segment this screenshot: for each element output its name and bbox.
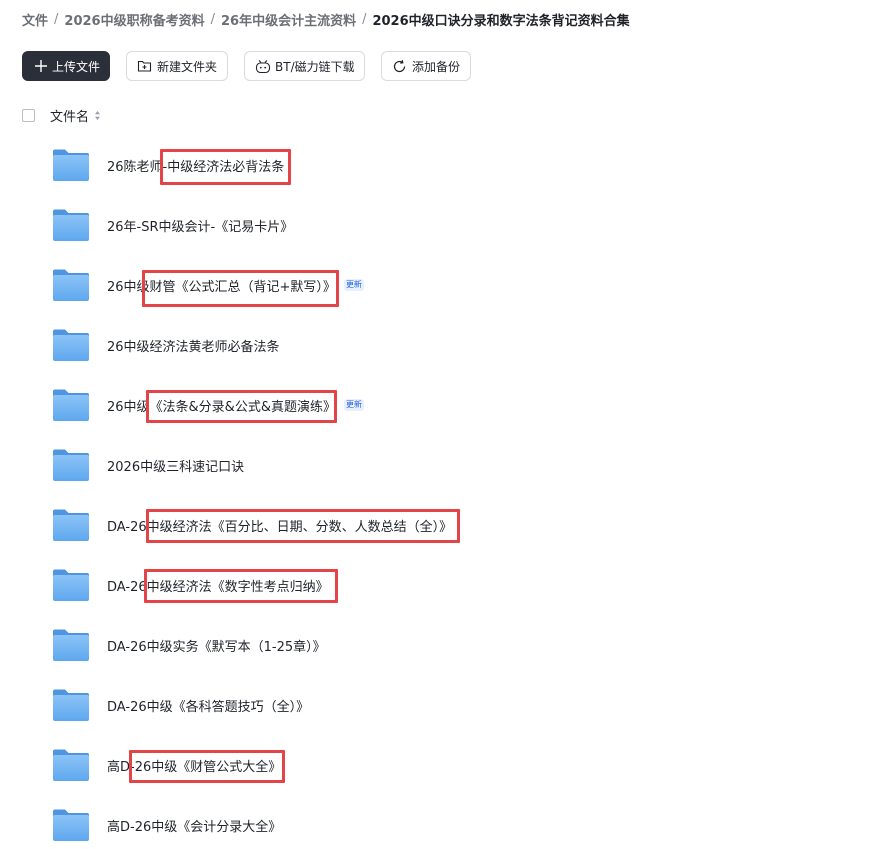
upload-file-label: 上传文件 (52, 59, 101, 74)
folder-name: 高D-26中级《财管公式大全》 (107, 759, 282, 775)
bt-magnet-download-label: BT/磁力链下载 (275, 59, 355, 74)
folder-row[interactable]: DA-26中级经济法《百分比、日期、分数、人数总结（全）》 (52, 505, 452, 545)
folder-icon (53, 809, 89, 841)
folder-name: 26陈老师-中级经济法必背法条 (107, 159, 285, 175)
folder-icon (53, 149, 89, 181)
new-folder-icon (137, 58, 153, 74)
folder-row[interactable]: DA-26中级《各科答题技巧（全）》 (52, 685, 309, 725)
folder-name: DA-26中级经济法《百分比、日期、分数、人数总结（全）》 (107, 519, 453, 535)
folder-row[interactable]: 2026中级三科速记口诀 (52, 445, 244, 485)
folder-row[interactable]: 高D-26中级《会计分录大全》 (52, 805, 281, 845)
select-all-checkbox[interactable] (22, 108, 35, 122)
new-folder-label: 新建文件夹 (156, 59, 217, 74)
folder-row[interactable]: DA-26中级实务《默写本（1-25章）》 (52, 625, 326, 665)
folder-name: DA-26中级经济法《数字性考点归纳》 (107, 579, 329, 595)
folder-icon (53, 749, 89, 781)
folder-icon (53, 329, 89, 361)
folder-icon (53, 449, 89, 481)
add-backup-button[interactable]: 添加备份 (381, 51, 471, 81)
breadcrumb-item-2026-exam-materials[interactable]: 2026中级职称备考资料 (64, 10, 204, 29)
bt-magnet-download-button[interactable]: BT/磁力链下载 (244, 51, 365, 81)
folder-name: 26年-SR中级会计-《记易卡片》 (107, 219, 294, 235)
breadcrumb-item-files[interactable]: 文件 (22, 10, 48, 29)
folder-name: 26中级《法条&分录&公式&真题演练》 (107, 399, 336, 415)
sort-icon[interactable] (94, 110, 101, 121)
folder-name: DA-26中级《各科答题技巧（全）》 (107, 699, 310, 715)
column-header-filename[interactable]: 文件名 (50, 106, 89, 125)
add-backup-label: 添加备份 (411, 59, 460, 74)
update-badge: 更新 (343, 399, 364, 411)
folder-row[interactable]: 26中级经济法黄老师必备法条 (52, 325, 280, 365)
upload-file-button[interactable]: 上传文件 (22, 51, 110, 81)
folder-name: 高D-26中级《会计分录大全》 (107, 819, 282, 835)
folder-icon (53, 629, 89, 661)
folder-icon (53, 689, 89, 721)
folder-row[interactable]: DA-26中级经济法《数字性考点归纳》 (52, 565, 329, 605)
folder-icon (53, 269, 89, 301)
folder-icon (53, 209, 89, 241)
new-folder-button[interactable]: 新建文件夹 (126, 51, 228, 81)
folder-icon (53, 569, 89, 601)
folder-row[interactable]: 26中级财管《公式汇总（背记+默写）》 更新 (52, 265, 364, 305)
file-list-header: 文件名 (22, 106, 101, 125)
folder-name: 26中级财管《公式汇总（背记+默写）》 (107, 279, 336, 295)
bt-magnet-icon (255, 58, 271, 74)
folder-row[interactable]: 26年-SR中级会计-《记易卡片》 (52, 205, 293, 245)
breadcrumb-separator: / (210, 11, 215, 27)
folder-icon (53, 389, 89, 421)
folder-row[interactable]: 26中级《法条&分录&公式&真题演练》 更新 (52, 385, 364, 425)
folder-row[interactable]: 26陈老师-中级经济法必背法条 (52, 145, 284, 185)
breadcrumb-separator: / (362, 11, 367, 27)
folder-row[interactable]: 高D-26中级《财管公式大全》 (52, 745, 281, 785)
update-badge: 更新 (343, 279, 364, 291)
backup-icon (392, 58, 408, 74)
breadcrumb-item-26-mainstream-materials[interactable]: 26年中级会计主流资料 (221, 10, 356, 29)
plus-icon (34, 58, 48, 74)
toolbar: 上传文件 新建文件夹 BT/磁力链下载 添加备份 (22, 51, 487, 81)
breadcrumb-item-current: 2026中级口诀分录和数字法条背记资料合集 (372, 13, 630, 29)
folder-name: 26中级经济法黄老师必备法条 (107, 339, 280, 355)
breadcrumb: 文件 / 2026中级职称备考资料 / 26年中级会计主流资料 / 2026中级… (22, 9, 630, 29)
folder-name: DA-26中级实务《默写本（1-25章）》 (107, 639, 326, 655)
folder-icon (53, 509, 89, 541)
breadcrumb-separator: / (54, 11, 59, 27)
folder-name: 2026中级三科速记口诀 (107, 459, 245, 475)
